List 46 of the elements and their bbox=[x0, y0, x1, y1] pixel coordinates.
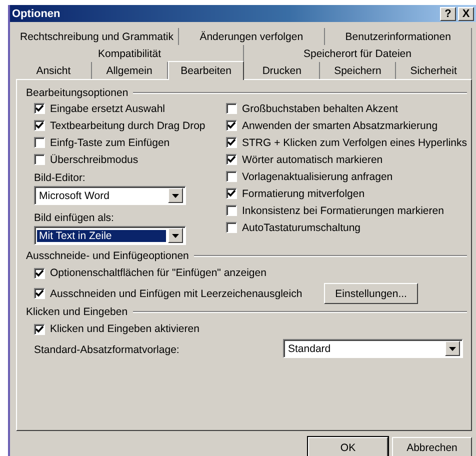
dropdown[interactable]: Mit Text in Zeile bbox=[34, 226, 186, 245]
checkbox-option[interactable]: Vorlagenaktualisierung anfragen bbox=[226, 168, 467, 185]
checkbox-option[interactable]: Großbuchstaben behalten Akzent bbox=[226, 100, 467, 117]
group-title: Klicken und Eingeben bbox=[26, 306, 128, 318]
checkbox[interactable] bbox=[34, 120, 45, 131]
checkbox-option[interactable]: Überschreibmodus bbox=[34, 151, 226, 168]
settings-button[interactable]: Einstellungen... bbox=[324, 283, 418, 304]
checkbox[interactable] bbox=[34, 154, 45, 165]
checkbox[interactable] bbox=[226, 222, 238, 233]
tab[interactable]: Bearbeiten bbox=[168, 61, 244, 80]
checkbox[interactable] bbox=[34, 103, 45, 114]
checkbox[interactable] bbox=[226, 171, 238, 182]
checkbox[interactable] bbox=[226, 120, 238, 131]
checkbox-option[interactable]: Klicken und Eingeben aktivieren bbox=[34, 319, 200, 339]
dropdown[interactable]: Standard bbox=[283, 339, 463, 358]
checkbox[interactable] bbox=[34, 288, 45, 299]
checkbox[interactable] bbox=[226, 205, 238, 216]
checkbox-option[interactable]: Inkonsistenz bei Formatierungen markieren bbox=[226, 202, 467, 219]
title-bar-button[interactable]: ? bbox=[440, 6, 456, 20]
checkbox[interactable] bbox=[226, 188, 238, 199]
checkbox-option[interactable]: Wörter automatisch markieren bbox=[226, 151, 467, 168]
field-label: Bild-Editor: bbox=[34, 171, 86, 186]
group-title: Bearbeitungsoptionen bbox=[26, 86, 128, 98]
checkbox-option[interactable]: Ausschneiden und Einfügen mit Leerzeichenausgleich bbox=[34, 284, 302, 304]
checkbox[interactable] bbox=[34, 324, 45, 334]
checkbox-option[interactable]: Eingabe ersetzt Auswahl bbox=[34, 100, 226, 117]
checkbox[interactable] bbox=[226, 154, 238, 165]
checkbox-option[interactable]: Textbearbeitung durch Drag Drop bbox=[34, 117, 226, 134]
title-bar-button[interactable]: X bbox=[458, 6, 474, 20]
checkbox[interactable] bbox=[34, 137, 45, 148]
dialog-button[interactable]: Abbrechen bbox=[392, 437, 472, 456]
checkbox-option[interactable]: Optionenschaltflächen für "Einfügen" anzeigen bbox=[34, 263, 266, 283]
checkbox-option[interactable]: Anwenden der smarten Absatzmarkierung bbox=[226, 117, 467, 134]
group-title: Ausschneide- und Einfügeoptionen bbox=[26, 250, 189, 262]
checkbox-option[interactable]: Einfg-Taste zum Einfügen bbox=[34, 134, 226, 151]
field-label: Bild einfügen als: bbox=[34, 211, 115, 226]
dropdown[interactable]: Microsoft Word bbox=[34, 186, 186, 205]
checkbox[interactable] bbox=[34, 268, 45, 278]
checkbox[interactable] bbox=[226, 137, 238, 148]
window-title: Optionen bbox=[12, 8, 60, 20]
field-label: Standard-Absatzformatvorlage: bbox=[34, 342, 180, 358]
checkbox-option[interactable]: AutoTastaturumschaltung bbox=[226, 219, 467, 236]
dialog-button[interactable]: OK bbox=[308, 437, 388, 456]
checkbox-option[interactable]: Formatierung mitverfolgen bbox=[226, 185, 467, 202]
checkbox-option[interactable]: STRG + Klicken zum Verfolgen eines Hyperlinks bbox=[226, 134, 467, 151]
checkbox[interactable] bbox=[226, 103, 238, 114]
